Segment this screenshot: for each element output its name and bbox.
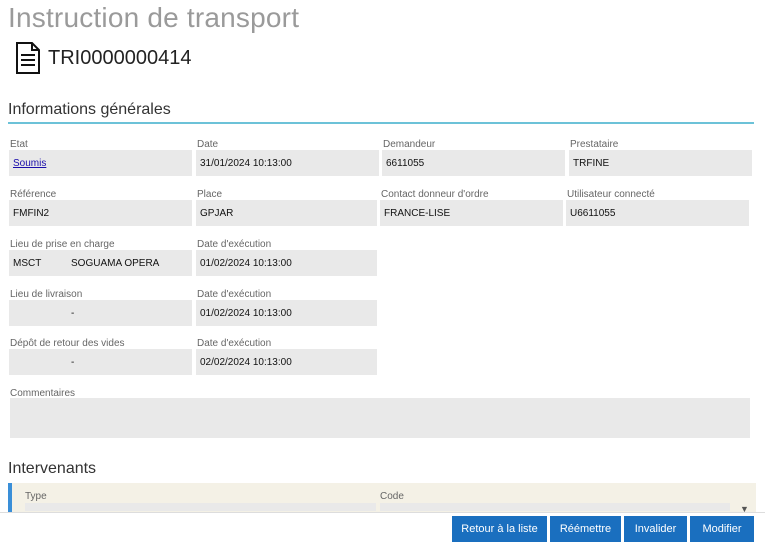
delivery-date-label: Date d'exécution <box>197 289 272 300</box>
document-reference: TRI0000000414 <box>48 46 192 69</box>
demandeur-label: Demandeur <box>383 139 436 150</box>
user-field: U6611055 <box>566 200 749 226</box>
place-field: GPJAR <box>196 200 377 226</box>
date-label: Date <box>197 139 219 150</box>
pickup-label: Lieu de prise en charge <box>10 239 115 250</box>
section-divider <box>8 122 754 124</box>
delivery-field: - <box>9 300 192 326</box>
pickup-name: SOGUAMA OPERA <box>71 257 160 269</box>
delivery-date-field: 01/02/2024 10:13:00 <box>196 300 377 326</box>
footer-divider <box>0 512 765 513</box>
date-field: 31/01/2024 10:13:00 <box>196 150 379 176</box>
section-title-intervenants: Intervenants <box>8 460 97 477</box>
pickup-date-field: 01/02/2024 10:13:00 <box>196 250 377 276</box>
etat-field: Soumis <box>9 150 192 176</box>
pickup-date-label: Date d'exécution <box>197 239 272 250</box>
demandeur-field: 6611055 <box>382 150 565 176</box>
section-title-general: Informations générales <box>8 101 171 118</box>
reference-label: Référence <box>10 189 57 200</box>
place-label: Place <box>197 189 223 200</box>
pickup-code: MSCT <box>13 257 42 269</box>
back-to-list-button[interactable]: Retour à la liste <box>452 516 547 542</box>
document-header: TRI0000000414 <box>14 42 191 74</box>
empty-return-name: - <box>71 356 75 368</box>
empty-return-date-field: 02/02/2024 10:13:00 <box>196 349 377 375</box>
empty-return-field: - <box>9 349 192 375</box>
empty-return-label: Dépôt de retour des vides <box>10 338 125 349</box>
etat-link[interactable]: Soumis <box>13 158 46 169</box>
resend-button[interactable]: Réémettre <box>550 516 621 542</box>
delivery-label: Lieu de livraison <box>10 289 83 300</box>
comments-field <box>10 398 750 438</box>
prestataire-field: TRFINE <box>569 150 752 176</box>
delivery-name: - <box>71 307 75 319</box>
intervenant-code-label: Code <box>380 491 404 502</box>
contact-label: Contact donneur d'ordre <box>381 189 489 200</box>
empty-return-date-label: Date d'exécution <box>197 338 272 349</box>
prestataire-label: Prestataire <box>570 139 619 150</box>
modify-button[interactable]: Modifier <box>690 516 754 542</box>
invalidate-button[interactable]: Invalider <box>624 516 687 542</box>
user-label: Utilisateur connecté <box>567 189 655 200</box>
pickup-field: MSCT SOGUAMA OPERA <box>9 250 192 276</box>
contact-field: FRANCE-LISE <box>380 200 563 226</box>
intervenant-type-label: Type <box>25 491 47 502</box>
intervenant-code-field[interactable] <box>380 503 730 511</box>
intervenant-type-field[interactable] <box>25 503 376 511</box>
reference-field: FMFIN2 <box>9 200 192 226</box>
page-title: Instruction de transport <box>8 2 300 33</box>
etat-label: Etat <box>10 139 28 150</box>
document-icon <box>16 42 40 74</box>
